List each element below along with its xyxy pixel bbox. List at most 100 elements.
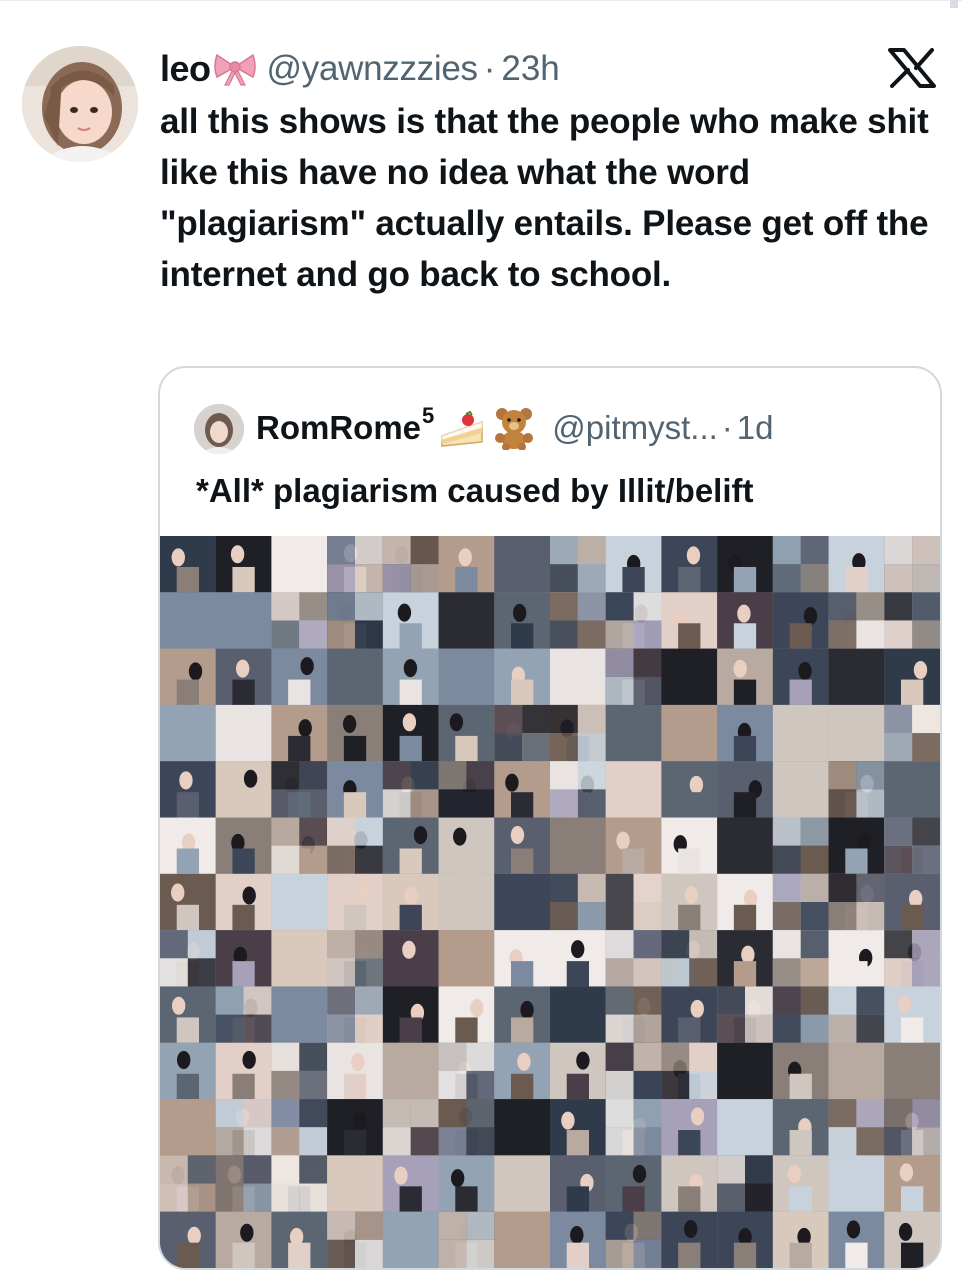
collage-thumbnail: [717, 873, 773, 931]
collage-thumbnail: [661, 930, 718, 987]
collage-thumbnail: [550, 1211, 606, 1268]
collage-thumbnail: [661, 648, 718, 705]
collage-thumbnail: [494, 930, 550, 987]
collage-thumbnail: [438, 704, 495, 762]
collage-thumbnail: [160, 704, 216, 762]
quoted-tweet-text: *All* plagiarism caused by Illit/belift: [196, 472, 754, 509]
collage-thumbnail: [828, 648, 885, 705]
collage-thumbnail: [327, 1099, 383, 1156]
author-handle[interactable]: @yawnzzzies: [267, 49, 478, 89]
collage-thumbnail: [494, 986, 550, 1043]
collage-thumbnail: [494, 761, 550, 818]
collage-thumbnail: [160, 1211, 216, 1268]
photo-collage-grid: [160, 536, 940, 1268]
collage-thumbnail: [271, 1042, 328, 1100]
collage-thumbnail: [215, 1042, 272, 1100]
collage-thumbnail: [494, 1042, 550, 1100]
collage-thumbnail: [772, 986, 829, 1043]
collage-thumbnail: [828, 1155, 885, 1212]
author-display-name[interactable]: leo: [160, 48, 211, 90]
collage-thumbnail: [772, 1099, 829, 1156]
collage-thumbnail: [382, 592, 439, 649]
collage-thumbnail: [271, 592, 328, 649]
collage-thumbnail: [327, 536, 383, 593]
collage-thumbnail: [438, 1042, 495, 1100]
collage-thumbnail: [215, 930, 272, 987]
collage-thumbnail: [327, 930, 383, 987]
collage-thumbnail: [828, 761, 885, 818]
collage-thumbnail: [160, 648, 216, 705]
quoted-display-name[interactable]: RomRome: [256, 409, 421, 447]
quoted-separator-dot: ·: [721, 409, 733, 446]
collage-thumbnail: [382, 873, 439, 931]
collage-thumbnail: [160, 817, 216, 874]
collage-thumbnail: [271, 1211, 328, 1268]
collage-thumbnail: [550, 930, 606, 987]
collage-thumbnail: [605, 1099, 662, 1156]
collage-thumbnail: [215, 704, 272, 762]
collage-thumbnail: [828, 704, 885, 762]
photo-collage-image[interactable]: [160, 536, 940, 1268]
collage-thumbnail: [550, 1155, 606, 1212]
collage-thumbnail: [605, 930, 662, 987]
tweet-body-text: all this shows is that the people who ma…: [160, 102, 929, 294]
collage-thumbnail: [884, 817, 940, 874]
quoted-tweet-card[interactable]: RomRome 5 @pitmyst... · 1d *All* plagiar…: [158, 366, 942, 1270]
collage-thumbnail: [717, 761, 773, 818]
avatar-photo: [22, 46, 138, 162]
collage-thumbnail: [661, 1211, 718, 1268]
scroll-edge: [950, 0, 958, 8]
collage-thumbnail: [382, 1099, 439, 1156]
collage-thumbnail: [772, 873, 829, 931]
collage-thumbnail: [160, 761, 216, 818]
quoted-avatar-photo: [194, 404, 244, 454]
quoted-name-superscript: 5: [422, 403, 435, 428]
collage-thumbnail: [661, 1099, 718, 1156]
tweet-timestamp[interactable]: 23h: [501, 49, 559, 89]
collage-thumbnail: [382, 1042, 439, 1100]
quoted-handle[interactable]: @pitmyst...: [552, 409, 718, 447]
collage-thumbnail: [327, 761, 383, 818]
quoted-author-avatar[interactable]: [194, 404, 244, 454]
collage-thumbnail: [327, 873, 383, 931]
collage-thumbnail: [717, 648, 773, 705]
collage-thumbnail: [828, 592, 885, 649]
collage-thumbnail: [215, 761, 272, 818]
collage-thumbnail: [382, 817, 439, 874]
collage-thumbnail: [327, 1155, 383, 1212]
author-avatar[interactable]: [22, 46, 138, 162]
collage-thumbnail: [717, 1042, 773, 1100]
collage-thumbnail: [550, 873, 606, 931]
collage-thumbnail: [215, 648, 272, 705]
collage-thumbnail: [327, 1042, 383, 1100]
collage-thumbnail: [271, 1099, 328, 1156]
collage-thumbnail: [884, 536, 940, 593]
collage-thumbnail: [160, 1155, 216, 1212]
teddy-bear-icon: [490, 406, 538, 451]
collage-thumbnail: [772, 1042, 829, 1100]
collage-thumbnail: [717, 986, 773, 1043]
collage-thumbnail: [884, 648, 940, 705]
collage-thumbnail: [438, 1099, 495, 1156]
collage-thumbnail: [160, 1042, 216, 1100]
separator-dot: ·: [483, 49, 496, 88]
collage-thumbnail: [271, 986, 328, 1043]
collage-thumbnail: [550, 817, 606, 874]
collage-thumbnail: [215, 592, 272, 649]
collage-thumbnail: [382, 704, 439, 762]
x-logo-icon[interactable]: [886, 48, 938, 88]
collage-thumbnail: [438, 1211, 495, 1268]
quoted-timestamp[interactable]: 1d: [737, 409, 774, 447]
collage-thumbnail: [661, 536, 718, 593]
collage-thumbnail: [605, 648, 662, 705]
collage-thumbnail: [327, 817, 383, 874]
collage-thumbnail: [438, 536, 495, 593]
collage-thumbnail: [271, 648, 328, 705]
collage-thumbnail: [717, 930, 773, 987]
collage-thumbnail: [661, 873, 718, 931]
collage-thumbnail: [160, 873, 216, 931]
tweet-header: leo @yawnzzzies · 23h: [160, 44, 560, 94]
collage-thumbnail: [605, 704, 662, 762]
collage-thumbnail: [494, 817, 550, 874]
top-divider: [0, 0, 962, 1]
